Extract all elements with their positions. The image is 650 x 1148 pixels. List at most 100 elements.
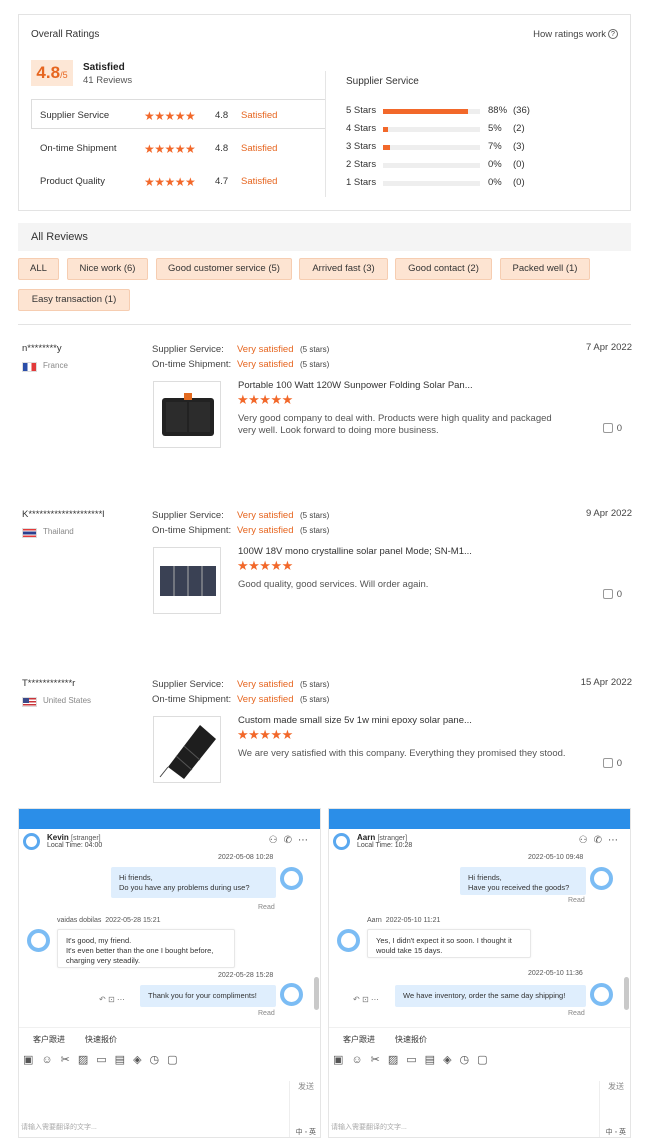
language-toggle[interactable]: 中 ◦ 英	[296, 1127, 316, 1137]
folder-icon[interactable]: ▭	[96, 1054, 114, 1066]
read-status: Read	[568, 897, 585, 904]
emoji-icon[interactable]: ☺	[351, 1054, 370, 1066]
translate-input[interactable]: 请输入需要翻译的文字...	[331, 1122, 407, 1132]
chat-icon[interactable]: ▣	[333, 1054, 351, 1066]
more-icon[interactable]: ⋯	[298, 835, 314, 846]
scissors-icon[interactable]: ✂	[61, 1054, 78, 1066]
product-thumbnail[interactable]	[153, 547, 221, 614]
phone-icon[interactable]: ✆	[284, 835, 298, 846]
overall-ratings-card: Overall Ratings How ratings work? 4.8/5 …	[18, 14, 631, 211]
supplier-service-stars: (5 stars)	[300, 680, 330, 689]
divider	[19, 1027, 320, 1028]
more-icon[interactable]: ⋯	[117, 995, 125, 1004]
folder-icon[interactable]: ▭	[406, 1054, 424, 1066]
avatar	[590, 983, 613, 1006]
avatar[interactable]	[333, 833, 350, 850]
product-title-link[interactable]: Custom made small size 5v 1w mini epoxy …	[238, 715, 472, 726]
more-icon[interactable]: ⋯	[371, 995, 379, 1004]
product-star-rating-icon: ★★★★★	[237, 558, 293, 573]
star-rating-icon: ★★★★★	[144, 142, 196, 156]
quote-icon[interactable]: ⊡	[362, 995, 369, 1004]
add-contact-icon[interactable]: ⚇	[269, 835, 284, 846]
overall-score-value: 4.8	[36, 63, 61, 82]
how-ratings-work-link[interactable]: How ratings work?	[533, 29, 618, 40]
all-reviews-header: All Reviews	[18, 223, 631, 251]
message-line: Have you received the goods?	[468, 883, 570, 892]
reply-icon[interactable]: ↶	[353, 995, 360, 1004]
box-icon[interactable]: ◈	[443, 1054, 459, 1066]
document-icon[interactable]: ▤	[425, 1054, 443, 1066]
image-icon[interactable]: ▨	[78, 1054, 96, 1066]
contact-tag: [stranger]	[71, 835, 101, 842]
supplier-service-value: Very satisfied	[237, 510, 294, 521]
product-title-link[interactable]: Portable 100 Watt 120W Sunpower Folding …	[238, 380, 473, 391]
scrollbar[interactable]	[314, 977, 319, 1010]
how-ratings-work-label[interactable]: How ratings work	[533, 29, 606, 40]
add-contact-icon[interactable]: ⚇	[579, 835, 594, 846]
breakdown-label: 5 Stars	[346, 105, 377, 116]
quote-icon[interactable]: ⊡	[108, 995, 115, 1004]
filter-chip-nice-work[interactable]: Nice work (6)	[67, 258, 148, 280]
local-time: Local Time: 10:28	[357, 842, 413, 849]
message-line: charging very steadily.	[66, 956, 141, 965]
filter-chip-good-customer-service[interactable]: Good customer service (5)	[156, 258, 292, 280]
breakdown-bar-fill	[383, 127, 388, 132]
tab-customer-followup[interactable]: 客户跟进	[33, 1034, 65, 1045]
avatar[interactable]	[23, 833, 40, 850]
box-icon[interactable]: ◈	[133, 1054, 149, 1066]
product-title-link[interactable]: 100W 18V mono crystalline solar panel Mo…	[238, 546, 472, 557]
send-button[interactable]: 发送	[298, 1081, 314, 1092]
screen-icon[interactable]: ▢	[167, 1054, 185, 1066]
tab-quick-quote[interactable]: 快速报价	[85, 1034, 117, 1045]
emoji-icon[interactable]: ☺	[41, 1054, 60, 1066]
scissors-icon[interactable]: ✂	[371, 1054, 388, 1066]
clock-icon[interactable]: ◷	[460, 1054, 478, 1066]
star-breakdown-row: 4 Stars 5% (2)	[346, 123, 606, 135]
document-icon[interactable]: ▤	[115, 1054, 133, 1066]
question-icon[interactable]: ?	[608, 29, 618, 40]
filter-chip-arrived-fast[interactable]: Arrived fast (3)	[299, 258, 388, 280]
image-icon[interactable]: ▨	[388, 1054, 406, 1066]
reply-icon[interactable]: ↶	[99, 995, 106, 1004]
filter-chip-packed-well[interactable]: Packed well (1)	[500, 258, 590, 280]
filter-chip-easy-transaction[interactable]: Easy transaction (1)	[18, 289, 130, 311]
rating-row-text: Satisfied	[241, 176, 278, 187]
more-icon[interactable]: ⋯	[608, 835, 624, 846]
product-star-rating-icon: ★★★★★	[237, 727, 293, 742]
rating-row-score: 4.8	[215, 143, 229, 154]
supplier-service-label: Supplier Service:	[152, 344, 224, 355]
phone-icon[interactable]: ✆	[594, 835, 608, 846]
filter-chip-all[interactable]: ALL	[18, 258, 59, 280]
reviewer-country: France	[43, 361, 68, 370]
clock-icon[interactable]: ◷	[150, 1054, 168, 1066]
message-timestamp: 2022-05-10 11:36	[528, 970, 583, 977]
chat-icon[interactable]: ▣	[23, 1054, 41, 1066]
star-breakdown-row: 1 Stars 0% (0)	[346, 177, 606, 189]
thumbs-up-icon[interactable]	[602, 758, 613, 769]
avatar	[280, 983, 303, 1006]
screen-icon[interactable]: ▢	[477, 1054, 495, 1066]
shipment-label: On-time Shipment:	[152, 359, 232, 370]
scrollbar[interactable]	[624, 977, 629, 1010]
tab-quick-quote[interactable]: 快速报价	[395, 1034, 427, 1045]
breakdown-bar-fill	[383, 145, 390, 150]
like-button[interactable]: 0	[602, 758, 622, 769]
thumbs-up-icon[interactable]	[602, 423, 613, 434]
review-item: n********y France Supplier Service: Very…	[18, 325, 632, 475]
tab-customer-followup[interactable]: 客户跟进	[343, 1034, 375, 1045]
like-button[interactable]: 0	[602, 423, 622, 434]
filter-chip-good-contact[interactable]: Good contact (2)	[395, 258, 492, 280]
shipment-label: On-time Shipment:	[152, 694, 232, 705]
breakdown-bar	[383, 127, 480, 132]
thumbs-up-icon[interactable]	[602, 589, 613, 600]
review-comment: Good quality, good services. Will order …	[238, 579, 429, 590]
translate-input[interactable]: 请输入需要翻译的文字...	[21, 1122, 97, 1132]
outgoing-message: We have inventory, order the same day sh…	[395, 985, 586, 1007]
like-button[interactable]: 0	[602, 589, 622, 600]
sender-name: Aarn	[367, 917, 382, 924]
send-button[interactable]: 发送	[608, 1081, 624, 1092]
message-timestamp: 2022-05-10 09:48	[528, 854, 584, 861]
language-toggle[interactable]: 中 ◦ 英	[606, 1127, 626, 1137]
product-thumbnail[interactable]	[153, 716, 221, 783]
product-thumbnail[interactable]	[153, 381, 221, 448]
